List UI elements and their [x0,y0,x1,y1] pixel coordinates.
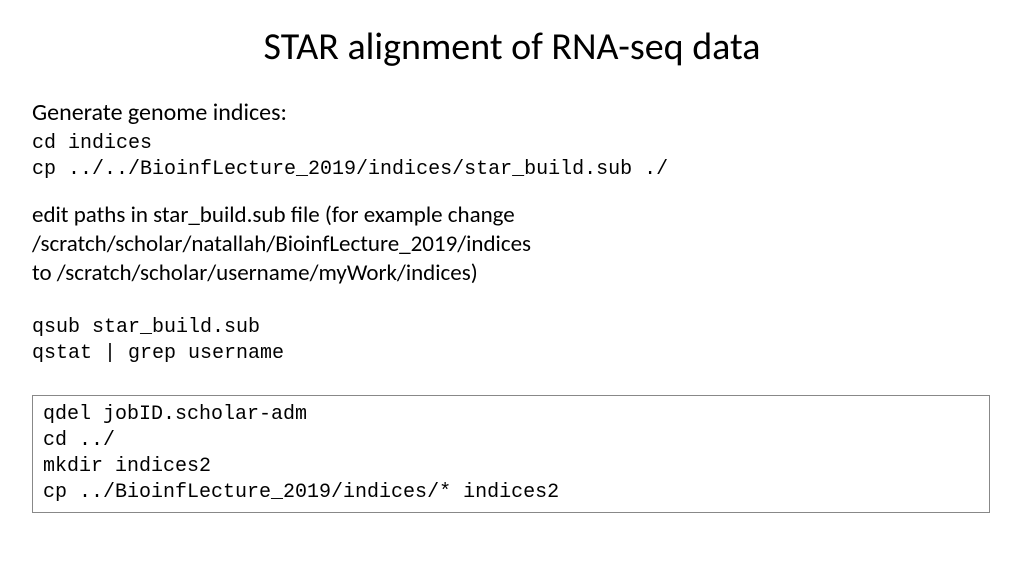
code-line: qstat | grep username [32,341,992,367]
code-line: qdel jobID.scholar-adm [43,402,979,428]
body-paragraph: edit paths in star_build.sub file (for e… [32,201,992,287]
code-line: cd ../ [43,428,979,454]
slide-title: STAR alignment of RNA-seq data [32,24,992,70]
body-line: to /scratch/scholar/username/myWork/indi… [32,259,992,288]
section-heading: Generate genome indices: [32,98,992,127]
code-line: cd indices [32,131,992,157]
code-line: mkdir indices2 [43,454,979,480]
code-line: cp ../BioinfLecture_2019/indices/* indic… [43,480,979,506]
code-line: qsub star_build.sub [32,315,992,341]
body-line: edit paths in star_build.sub file (for e… [32,201,992,259]
code-block-1: cd indices cp ../../BioinfLecture_2019/i… [32,131,992,183]
code-box: qdel jobID.scholar-adm cd ../ mkdir indi… [32,395,990,513]
code-line: cp ../../BioinfLecture_2019/indices/star… [32,157,992,183]
slide-content: STAR alignment of RNA-seq data Generate … [0,0,1024,513]
code-block-2: qsub star_build.sub qstat | grep usernam… [32,315,992,367]
